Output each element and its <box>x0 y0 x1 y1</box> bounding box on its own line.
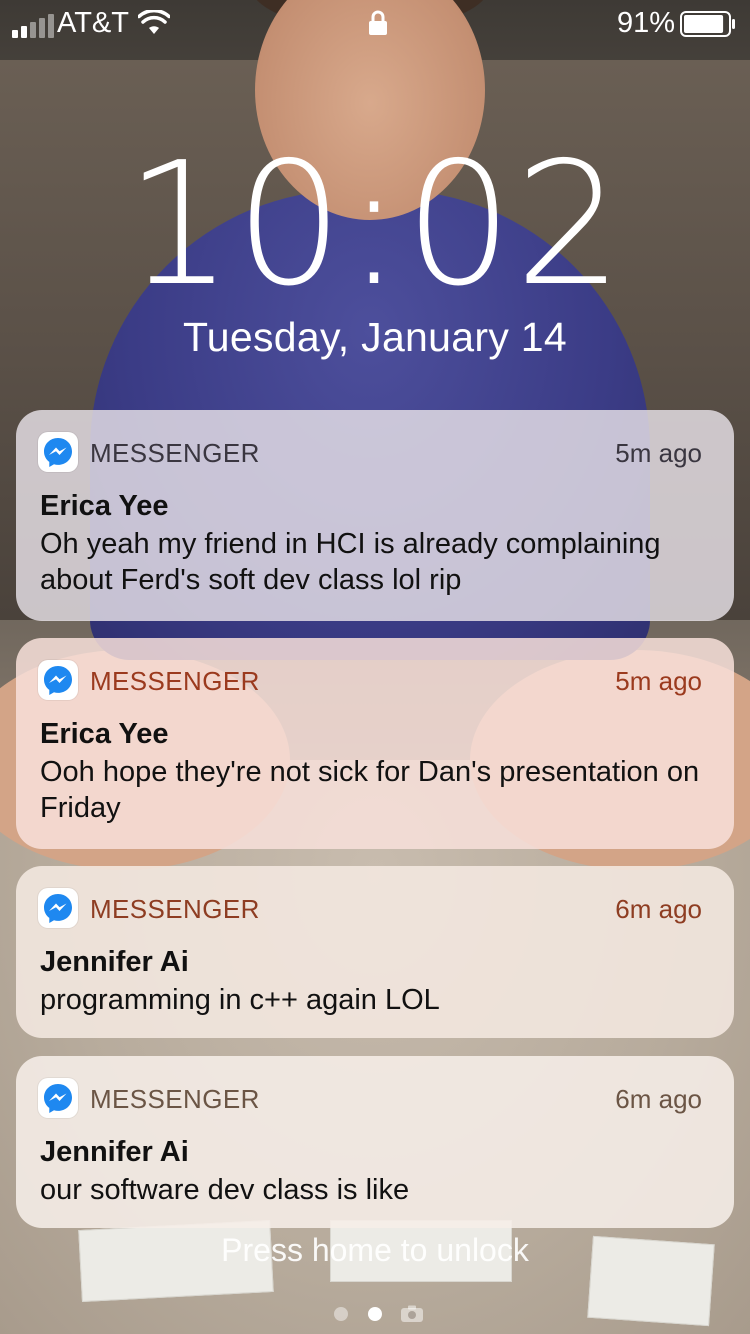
notification-message: programming in c++ again LOL <box>40 984 440 1016</box>
notification-card[interactable]: MESSENGER 5m ago Erica Yee Ooh hope they… <box>16 638 734 849</box>
status-bar: AT&T 91% <box>0 0 750 48</box>
notification-message: our software dev class is like <box>40 1174 410 1206</box>
notification-app-name: MESSENGER <box>90 438 260 468</box>
notification-time: 6m ago <box>615 894 702 924</box>
messenger-icon <box>38 432 78 472</box>
unlock-hint: Press home to unlock <box>221 1232 529 1268</box>
messenger-icon <box>38 888 78 928</box>
page-dot-active[interactable] <box>368 1307 382 1321</box>
battery-icon <box>680 11 735 37</box>
page-dot[interactable] <box>334 1307 348 1321</box>
notification-sender: Jennifer Ai <box>40 1136 189 1168</box>
notification-sender: Jennifer Ai <box>40 946 189 978</box>
lock-screen-clock: 10:02 <box>125 126 625 324</box>
lock-icon <box>369 10 387 35</box>
notification-time: 5m ago <box>615 438 702 468</box>
carrier-label: AT&T <box>57 7 129 39</box>
notification-message: Ooh hope they're not sick for Dan's pres… <box>40 756 700 824</box>
notification-sender: Erica Yee <box>40 718 169 750</box>
messenger-icon <box>38 1078 78 1118</box>
notification-message: Oh yeah my friend in HCI is already comp… <box>40 528 661 596</box>
page-indicator[interactable] <box>0 1302 750 1326</box>
notification-card[interactable]: MESSENGER 6m ago Jennifer Ai our softwar… <box>16 1056 734 1228</box>
lock-screen-date: Tuesday, January 14 <box>182 314 568 360</box>
notification-time: 6m ago <box>615 1084 702 1114</box>
notification-app-name: MESSENGER <box>90 894 260 924</box>
signal-icon <box>12 14 54 38</box>
notification-app-name: MESSENGER <box>90 1084 260 1114</box>
wifi-icon <box>138 10 170 34</box>
notification-app-name: MESSENGER <box>90 666 260 696</box>
notification-time: 5m ago <box>615 666 702 696</box>
battery-percent: 91% <box>617 7 676 39</box>
notification-sender: Erica Yee <box>40 490 169 522</box>
notification-card[interactable]: MESSENGER 5m ago Erica Yee Oh yeah my fr… <box>16 410 734 621</box>
messenger-icon <box>38 660 78 700</box>
notification-card[interactable]: MESSENGER 6m ago Jennifer Ai programming… <box>16 866 734 1038</box>
camera-icon[interactable] <box>400 1305 424 1323</box>
